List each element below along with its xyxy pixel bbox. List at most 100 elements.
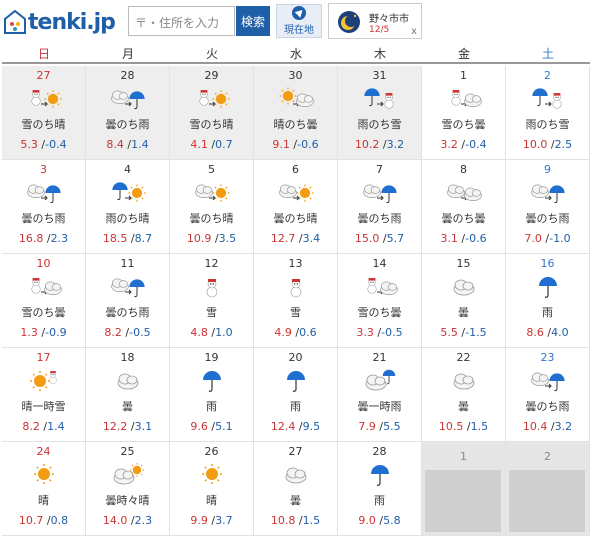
day-cell[interactable]: 19 雨 9.6 /5.1 (170, 348, 254, 442)
high-temp: 7.0 (524, 232, 542, 245)
day-cell[interactable]: 10 雪のち曇 1.3 /-0.9 (2, 254, 86, 348)
day-number: 11 (120, 257, 135, 270)
day-cell[interactable]: 14 雪のち曇 3.3 /-0.5 (338, 254, 422, 348)
day-cell[interactable]: 2 雨のち雪 10.0 /2.5 (506, 66, 590, 160)
high-temp: 4.8 (190, 326, 208, 339)
temp-separator: / (375, 420, 384, 433)
day-number: 29 (204, 69, 219, 82)
day-cell[interactable]: 7 曇のち雨 15.0 /5.7 (338, 160, 422, 254)
day-cell[interactable]: 24 晴 10.7 /0.8 (2, 442, 86, 536)
day-cell[interactable]: 18 曇 12.2 /3.1 (86, 348, 170, 442)
weather-cloud-then-sun-icon (279, 184, 314, 202)
low-temp: 3.2 (386, 138, 405, 151)
day-cell[interactable]: 27 曇 10.8 /1.5 (254, 442, 338, 536)
placeholder-box (509, 470, 585, 532)
weather-sun-with-snow-icon (30, 371, 57, 391)
day-cell[interactable]: 22 曇 10.5 /1.5 (422, 348, 506, 442)
address-search-input[interactable]: 〒・住所を入力 (128, 6, 235, 36)
low-temp: 5.8 (383, 514, 401, 527)
high-temp: 8.6 (526, 326, 544, 339)
day-number: 28 (120, 69, 135, 82)
weather-text: 雪のち曇 (357, 306, 402, 319)
low-temp: -0.4 (45, 138, 67, 151)
day-cell[interactable]: 13 雪 4.9 /0.6 (254, 254, 338, 348)
day-cell[interactable]: 25 曇時々晴 14.0 /2.3 (86, 442, 170, 536)
weather-rain-icon (203, 371, 221, 392)
weather-rain-then-snow-icon (532, 88, 562, 109)
day-cell[interactable]: 11 曇のち雨 8.2 /-0.5 (86, 254, 170, 348)
day-cell[interactable]: 3 曇のち雨 16.8 /2.3 (2, 160, 86, 254)
search-button[interactable]: 検索 (236, 6, 270, 36)
low-temp: 0.7 (215, 138, 233, 151)
day-number: 10 (36, 257, 51, 270)
day-number: 27 (36, 69, 51, 82)
low-temp: 4.0 (551, 326, 569, 339)
day-cell[interactable]: 21 曇一時雨 7.9 /5.5 (338, 348, 422, 442)
day-number: 1 (460, 450, 467, 463)
next-month-placeholder: 1 (422, 442, 506, 536)
temperature-range: 15.0 /5.7 (338, 232, 421, 245)
registered-point-card[interactable]: 野々市市 12/5 x (328, 3, 422, 39)
tenki-logo[interactable]: tenki.jp (4, 8, 116, 36)
current-location-button[interactable]: 現在地 (276, 4, 322, 38)
weather-text: 曇 (458, 306, 469, 319)
temperature-range: 9.9 /3.7 (170, 514, 253, 527)
day-number: 13 (288, 257, 303, 270)
temperature-range: 9.1 /-0.6 (254, 138, 337, 151)
high-temp: 1.3 (20, 326, 38, 339)
weather-text: 雨 (290, 400, 301, 413)
placeholder-box (425, 470, 501, 532)
low-temp: 3.7 (215, 514, 233, 527)
day-number: 15 (456, 257, 471, 270)
day-cell[interactable]: 27 雪のち晴 5.3 /-0.4 (2, 66, 86, 160)
temp-separator: / (207, 420, 216, 433)
day-cell[interactable]: 9 曇のち雨 7.0 /-1.0 (506, 160, 590, 254)
day-cell[interactable]: 5 曇のち晴 10.9 /3.5 (170, 160, 254, 254)
high-temp: 9.9 (190, 514, 208, 527)
high-temp: 10.7 (18, 514, 44, 527)
day-cell[interactable]: 4 雨のち晴 18.5 /8.7 (86, 160, 170, 254)
location-arrow-icon (292, 6, 306, 20)
temp-separator: / (547, 138, 555, 151)
weather-cloud-icon (117, 373, 139, 390)
temp-separator: / (295, 232, 303, 245)
day-cell[interactable]: 20 雨 12.4 /9.5 (254, 348, 338, 442)
day-cell[interactable]: 15 曇 5.5 /-1.5 (422, 254, 506, 348)
day-number: 1 (460, 69, 467, 82)
day-cell[interactable]: 16 雨 8.6 /4.0 (506, 254, 590, 348)
day-cell[interactable]: 29 雪のち晴 4.1 /0.7 (170, 66, 254, 160)
high-temp: 9.1 (272, 138, 290, 151)
day-cell[interactable]: 1 雪のち曇 3.2 /-0.4 (422, 66, 506, 160)
close-icon[interactable]: x (411, 26, 417, 37)
weather-snow-then-sun-icon (31, 90, 62, 108)
weather-sun-then-cloud-icon (279, 87, 314, 107)
day-cell[interactable]: 28 曇のち雨 8.4 /1.4 (86, 66, 170, 160)
weather-text: 雪 (206, 306, 217, 319)
high-temp: 9.6 (190, 420, 208, 433)
high-temp: 12.7 (270, 232, 296, 245)
next-month-placeholder: 2 (506, 442, 590, 536)
high-temp: 12.2 (102, 420, 128, 433)
day-cell[interactable]: 23 曇のち雨 10.4 /3.2 (506, 348, 590, 442)
day-cell[interactable]: 8 曇のち曇 3.1 /-0.6 (422, 160, 506, 254)
weather-cloud-then-rain-icon (363, 184, 397, 204)
temperature-range: 3.3 /-0.5 (338, 326, 421, 339)
day-cell[interactable]: 12 雪 4.8 /1.0 (170, 254, 254, 348)
day-cell[interactable]: 28 雨 9.0 /5.8 (338, 442, 422, 536)
temperature-range: 12.4 /9.5 (254, 420, 337, 433)
logo-text: tenki.jp (28, 9, 116, 35)
day-cell[interactable]: 30 晴のち曇 9.1 /-0.6 (254, 66, 338, 160)
high-temp: 18.5 (102, 232, 128, 245)
weather-cloud-then-rain-icon (111, 90, 145, 110)
weather-text: 曇のち雨 (525, 400, 570, 413)
day-cell[interactable]: 17 晴一時雪 8.2 /1.4 (2, 348, 86, 442)
day-cell[interactable]: 6 曇のち晴 12.7 /3.4 (254, 160, 338, 254)
weather-text: 曇のち晴 (189, 212, 234, 225)
temperature-range: 9.0 /5.8 (338, 514, 421, 527)
low-temp: 1.4 (47, 420, 65, 433)
day-cell[interactable]: 26 晴 9.9 /3.7 (170, 442, 254, 536)
high-temp: 16.8 (18, 232, 44, 245)
weather-cloud-then-rain-icon (531, 372, 565, 392)
day-cell[interactable]: 31 雨のち雪 10.2 /3.2 (338, 66, 422, 160)
weather-text: 曇のち雨 (105, 306, 150, 319)
